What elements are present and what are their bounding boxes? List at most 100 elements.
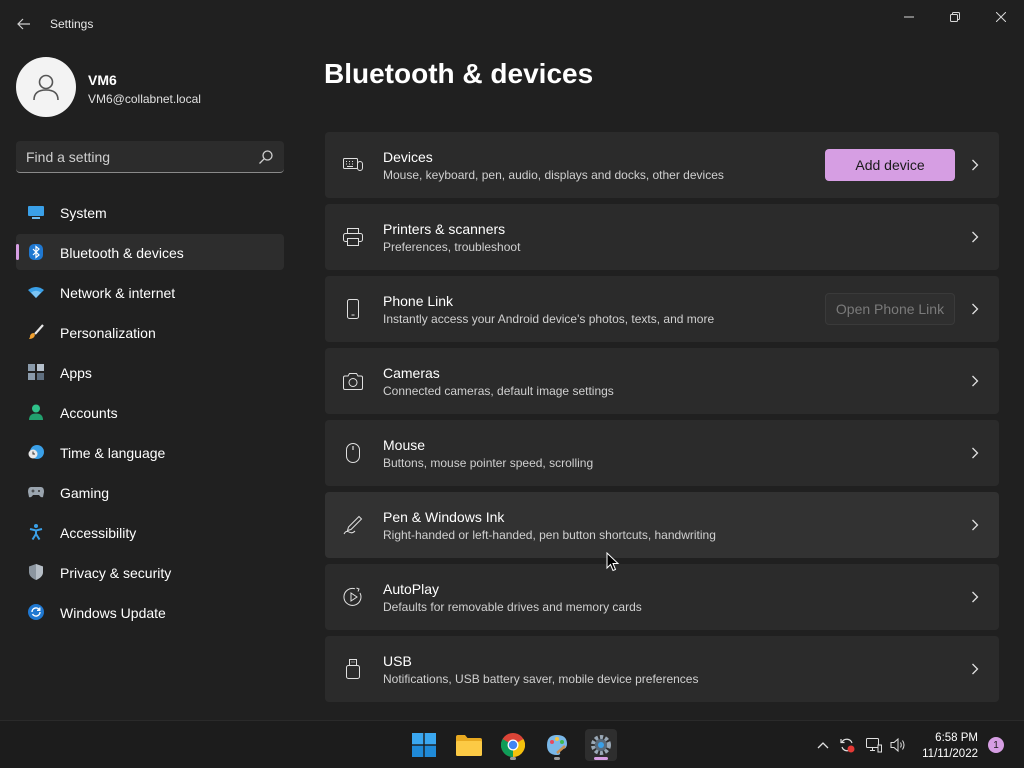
start-button[interactable] — [408, 729, 440, 761]
restore-icon — [950, 12, 960, 22]
restore-button[interactable] — [940, 6, 970, 28]
sidebar-item-time-language[interactable]: Time & language — [16, 434, 284, 470]
autoplay-icon — [343, 587, 363, 607]
search-icon[interactable] — [258, 149, 274, 165]
usb-icon — [343, 659, 363, 679]
search-box[interactable] — [16, 141, 284, 173]
card-devices[interactable]: Devices Mouse, keyboard, pen, audio, dis… — [325, 132, 999, 198]
card-printers-scanners[interactable]: Printers & scanners Preferences, trouble… — [325, 204, 999, 270]
chevron-right-icon — [969, 589, 981, 605]
clock[interactable]: 6:58 PM 11/11/2022 — [916, 730, 978, 762]
devices-icon — [343, 155, 363, 175]
card-title: Cameras — [383, 365, 440, 381]
sidebar-nav: System Bluetooth & devices Network & int… — [16, 194, 284, 634]
chevron-right-icon — [969, 157, 981, 173]
open-phone-link-button[interactable]: Open Phone Link — [825, 293, 955, 325]
close-icon — [996, 12, 1006, 22]
chevron-right-icon — [969, 301, 981, 317]
start-icon — [412, 733, 436, 757]
card-subtitle: Notifications, USB battery saver, mobile… — [383, 672, 699, 686]
sidebar-item-system[interactable]: System — [16, 194, 284, 230]
active-indicator — [594, 757, 608, 760]
paint-icon — [547, 735, 567, 755]
sidebar-item-label: Windows Update — [60, 605, 166, 621]
gamepad-icon — [28, 484, 44, 500]
network-icon — [866, 738, 882, 753]
volume-button[interactable] — [890, 737, 906, 753]
card-autoplay[interactable]: AutoPlay Defaults for removable drives a… — [325, 564, 999, 630]
shield-icon — [28, 564, 44, 580]
clock-globe-icon — [28, 444, 44, 460]
sidebar-item-privacy[interactable]: Privacy & security — [16, 554, 284, 590]
settings-icon — [591, 735, 611, 755]
sidebar-item-windows-update[interactable]: Windows Update — [16, 594, 284, 630]
running-indicator — [510, 757, 516, 760]
chevron-right-icon — [969, 445, 981, 461]
back-arrow-icon — [17, 18, 30, 30]
card-pen-windows-ink[interactable]: Pen & Windows Ink Right-handed or left-h… — [325, 492, 999, 558]
search-input[interactable] — [26, 141, 246, 172]
mouse-cursor-icon — [606, 552, 620, 572]
close-button[interactable] — [986, 6, 1016, 28]
card-title: Printers & scanners — [383, 221, 506, 237]
show-hidden-icons-button[interactable] — [815, 737, 831, 753]
add-device-button[interactable]: Add device — [825, 149, 955, 181]
running-indicator — [554, 757, 560, 760]
pen-icon — [343, 515, 363, 535]
card-cameras[interactable]: Cameras Connected cameras, default image… — [325, 348, 999, 414]
accessibility-icon — [28, 524, 44, 540]
user-email: VM6@collabnet.local — [88, 92, 201, 106]
card-subtitle: Right-handed or left-handed, pen button … — [383, 528, 716, 542]
card-subtitle: Mouse, keyboard, pen, audio, displays an… — [383, 168, 724, 182]
person-icon — [28, 404, 44, 420]
clock-time: 6:58 PM — [935, 732, 978, 744]
sidebar-item-label: Accessibility — [60, 525, 137, 541]
chevron-right-icon — [969, 229, 981, 245]
card-title: Pen & Windows Ink — [383, 509, 505, 525]
sidebar-item-network[interactable]: Network & internet — [16, 274, 284, 310]
sidebar-item-label: Personalization — [60, 325, 156, 341]
card-usb[interactable]: USB Notifications, USB battery saver, mo… — [325, 636, 999, 702]
sidebar-item-bluetooth[interactable]: Bluetooth & devices — [16, 234, 284, 270]
sidebar-item-accounts[interactable]: Accounts — [16, 394, 284, 430]
back-button[interactable] — [12, 12, 36, 36]
sync-icon — [840, 738, 855, 753]
chrome-icon — [501, 733, 525, 757]
minimize-icon — [904, 16, 914, 18]
sidebar-item-personalization[interactable]: Personalization — [16, 314, 284, 350]
sidebar-item-accessibility[interactable]: Accessibility — [16, 514, 284, 550]
sidebar-item-gaming[interactable]: Gaming — [16, 474, 284, 510]
chrome-button[interactable] — [497, 729, 529, 761]
notification-badge[interactable]: 1 — [988, 737, 1004, 753]
card-title: Mouse — [383, 437, 426, 453]
card-subtitle: Connected cameras, default image setting… — [383, 384, 614, 398]
app-title: Settings — [50, 17, 94, 31]
card-phone-link[interactable]: Phone Link Instantly access your Android… — [325, 276, 999, 342]
paint-button[interactable] — [541, 729, 573, 761]
card-mouse[interactable]: Mouse Buttons, mouse pointer speed, scro… — [325, 420, 999, 486]
sidebar-item-apps[interactable]: Apps — [16, 354, 284, 390]
sync-status-button[interactable] — [839, 737, 855, 753]
card-title: Devices — [383, 149, 433, 165]
minimize-button[interactable] — [894, 6, 924, 28]
volume-icon — [890, 737, 905, 753]
user-name: VM6 — [88, 72, 117, 88]
file-explorer-button[interactable] — [453, 729, 485, 761]
sidebar-item-label: Accounts — [60, 405, 118, 421]
network-status-button[interactable] — [866, 737, 882, 753]
chevron-up-icon — [817, 742, 829, 749]
chevron-right-icon — [969, 661, 981, 677]
taskbar: 6:58 PM 11/11/2022 1 — [0, 720, 1024, 768]
card-subtitle: Preferences, troubleshoot — [383, 240, 521, 254]
bluetooth-icon — [28, 244, 44, 260]
mouse-icon — [343, 443, 363, 463]
brush-icon — [28, 324, 44, 340]
title-bar: Settings — [0, 0, 1024, 48]
wifi-icon — [28, 284, 44, 300]
sidebar-item-label: System — [60, 205, 107, 221]
settings-button[interactable] — [585, 729, 617, 761]
update-icon — [28, 604, 44, 620]
user-icon — [33, 74, 59, 101]
avatar[interactable] — [16, 57, 76, 117]
card-subtitle: Instantly access your Android device's p… — [383, 312, 715, 326]
